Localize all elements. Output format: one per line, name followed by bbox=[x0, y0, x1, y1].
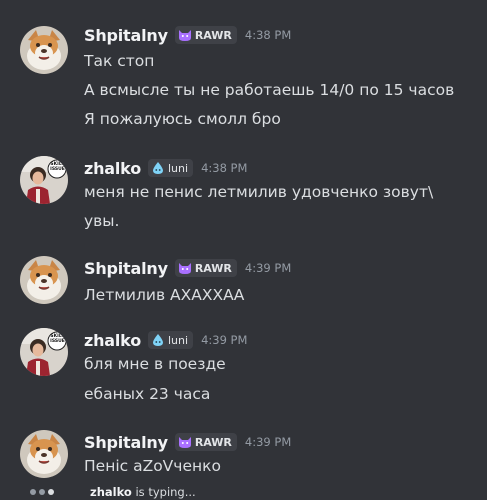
message-header: Shpitalny RAWR 4:39 PM bbox=[84, 430, 291, 454]
message-header: zhalko luni 4:39 PM bbox=[84, 328, 247, 352]
dog-avatar[interactable] bbox=[20, 430, 68, 478]
timestamp[interactable]: 4:39 PM bbox=[245, 261, 291, 275]
typing-indicator: zhalko is typing... bbox=[0, 484, 487, 500]
message-text: меня не пенис летмилив удовченко зовут\ bbox=[84, 183, 434, 201]
role-tag-label: RAWR bbox=[194, 261, 232, 275]
username[interactable]: zhalko bbox=[84, 331, 141, 350]
cat-face-icon bbox=[178, 435, 192, 449]
dog-avatar[interactable] bbox=[20, 26, 68, 74]
role-tag-label: luni bbox=[168, 161, 189, 175]
water-drop-icon bbox=[151, 161, 165, 175]
typing-dots-icon bbox=[30, 489, 54, 495]
role-tag-label: RAWR bbox=[194, 435, 232, 449]
typing-text: zhalko is typing... bbox=[90, 485, 196, 499]
water-drop-icon bbox=[151, 333, 165, 347]
message-text: Летмилив АХАХХАА bbox=[84, 286, 245, 304]
skill-issue-avatar[interactable]: SKILL ISSUE bbox=[20, 328, 68, 376]
username[interactable]: zhalko bbox=[84, 159, 141, 178]
username[interactable]: Shpitalny bbox=[84, 259, 168, 278]
message-header: zhalko luni 4:38 PM bbox=[84, 156, 247, 180]
cat-face-icon bbox=[178, 261, 192, 275]
timestamp[interactable]: 4:38 PM bbox=[201, 161, 247, 175]
message-text: Я пожалуюсь смолл бро bbox=[84, 110, 281, 128]
role-tag[interactable]: luni bbox=[148, 159, 194, 177]
message-header: Shpitalny RAWR 4:39 PM bbox=[84, 256, 291, 280]
role-tag[interactable]: RAWR bbox=[174, 259, 237, 277]
timestamp[interactable]: 4:39 PM bbox=[245, 435, 291, 449]
role-tag-label: RAWR bbox=[194, 28, 232, 42]
avatar-badge-text: SKILL ISSUE bbox=[50, 334, 65, 344]
username[interactable]: Shpitalny bbox=[84, 26, 168, 45]
role-tag-label: luni bbox=[168, 333, 189, 347]
role-tag[interactable]: RAWR bbox=[174, 26, 237, 44]
message-header: Shpitalny RAWR 4:38 PM bbox=[84, 23, 291, 47]
message-text: Так стоп bbox=[84, 52, 155, 70]
username[interactable]: Shpitalny bbox=[84, 433, 168, 452]
avatar-badge-text: SKILL ISSUE bbox=[50, 162, 65, 172]
typing-user[interactable]: zhalko bbox=[90, 485, 132, 499]
message-text: ебаных 23 часа bbox=[84, 385, 211, 403]
message-text: А всмысле ты не работаешь 14/0 по 15 час… bbox=[84, 81, 455, 99]
timestamp[interactable]: 4:38 PM bbox=[245, 28, 291, 42]
cat-face-icon bbox=[178, 28, 192, 42]
chat-log: Shpitalny RAWR 4:38 PM Так стоп А всмысл… bbox=[0, 0, 487, 500]
dog-avatar[interactable] bbox=[20, 256, 68, 304]
typing-suffix: is typing... bbox=[131, 485, 196, 499]
message-text: увы. bbox=[84, 212, 120, 230]
timestamp[interactable]: 4:39 PM bbox=[201, 333, 247, 347]
role-tag[interactable]: RAWR bbox=[174, 433, 237, 451]
message-text: бля мне в поезде bbox=[84, 355, 226, 373]
role-tag[interactable]: luni bbox=[148, 331, 194, 349]
skill-issue-avatar[interactable]: SKILL ISSUE bbox=[20, 156, 68, 204]
message-text: Пеніс аZoVченко bbox=[84, 457, 221, 475]
